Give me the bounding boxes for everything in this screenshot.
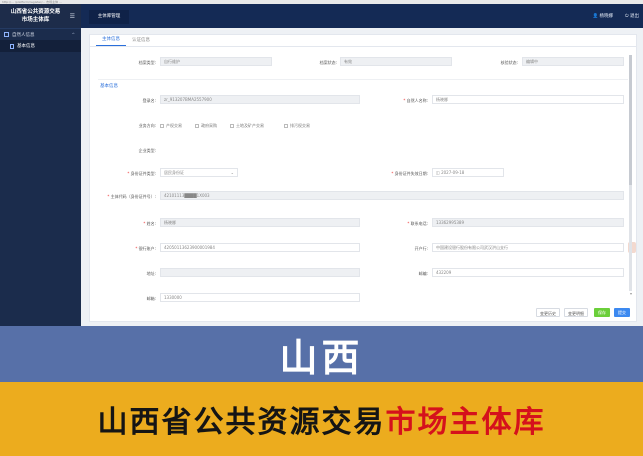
address-field	[160, 268, 360, 277]
logout-button[interactable]: ⏻ 退出	[625, 13, 639, 19]
person-name-label-text: 自然人名称:	[406, 98, 428, 103]
scroll-down-icon[interactable]: ▾	[630, 291, 632, 296]
postcode-input[interactable]: 432209	[432, 268, 624, 277]
name-field: 杨晓娜	[160, 218, 360, 227]
save-button[interactable]: 保存	[594, 308, 610, 317]
login-name-field: zr_913207BMA2557900	[160, 95, 360, 104]
phone-field: 13362995389	[432, 218, 624, 227]
checkbox-emission[interactable]: 排污权交易	[284, 123, 310, 129]
tab-subject-management[interactable]: 主体库管理	[89, 10, 129, 24]
id-code-label-text: 主体代码（身份证件号）:	[110, 194, 156, 199]
name-label: * 姓名:	[143, 221, 156, 226]
bank-account-label-text: 银行账户:	[138, 246, 156, 251]
tab-certification-info[interactable]: 认证信息	[126, 37, 156, 46]
sidebar-group-person[interactable]: 自然人信息 ^	[0, 28, 81, 40]
user-icon: 👤	[592, 14, 600, 19]
id-code-field: 42101113████1X003	[160, 191, 624, 200]
person-name-input[interactable]: 杨晓娜	[432, 95, 624, 104]
checkbox-label: 土地及矿产交易	[236, 123, 264, 128]
email-label: 邮箱:	[146, 296, 156, 301]
id-type-value: 居民身份证	[164, 170, 184, 175]
form-scrollbar[interactable]	[629, 55, 632, 291]
phone-label-text: 联系电话:	[410, 221, 428, 226]
banner-region: 山西	[0, 326, 643, 382]
document-icon	[4, 32, 9, 37]
id-expire-label: * 身份证件失效日期:	[391, 171, 428, 176]
id-expire-label-text: 身份证件失效日期:	[394, 171, 428, 176]
divider	[98, 79, 628, 80]
banner-title-red: 市场主体库	[385, 405, 546, 440]
user-name: 杨晓娜	[599, 14, 614, 19]
banner-title-dark: 山西省公共资源交易	[97, 405, 386, 440]
sidebar-header: 山西省公共资源交易 市场主体库 ☰	[0, 4, 81, 28]
id-code-label: * 主体代码（身份证件号）:	[107, 194, 156, 199]
tab-subject-info[interactable]: 主体信息	[96, 36, 126, 46]
sidebar: 山西省公共资源交易 市场主体库 ☰ 自然人信息 ^ 基本信息	[0, 4, 81, 326]
id-type-select[interactable]: 居民身份证 ⌄	[160, 168, 238, 177]
user-menu[interactable]: 👤 杨晓娜	[592, 13, 613, 19]
bank-account-input[interactable]: 42050113623900001984	[160, 243, 360, 252]
sidebar-item-basic-info[interactable]: 基本信息	[0, 40, 81, 52]
banner-title-text: 山西省公共资源交易市场主体库	[98, 397, 546, 441]
checkbox-icon	[160, 124, 164, 128]
checkbox-label: 产权交易	[166, 123, 182, 128]
phone-label: * 联系电话:	[407, 221, 428, 226]
bank-input[interactable]: 中国建设银行股份有限公司武汉洪山支行	[432, 243, 624, 252]
postcode-label: 邮编:	[418, 271, 428, 276]
email-input[interactable]: 1330000	[160, 293, 360, 302]
verify-status-label: 核验状态:	[500, 60, 518, 65]
submit-button[interactable]: 提交	[614, 308, 630, 317]
business-label: 业务方向:	[138, 123, 156, 128]
login-name-label: 登录名:	[142, 98, 156, 103]
change-detail-button[interactable]: 变更明细	[564, 308, 588, 317]
main-content: 主体信息 认证信息 档案类型: 自行维护 档案状态: 有效 核验状态: 编辑中 …	[81, 28, 643, 326]
archive-status-label: 档案状态:	[319, 60, 337, 65]
file-icon	[10, 43, 14, 49]
archive-type-field: 自行维护	[160, 57, 272, 66]
logout-label: 退出	[630, 14, 639, 19]
checkbox-icon	[195, 124, 199, 128]
panel-tabs: 主体信息 认证信息	[90, 35, 636, 47]
address-label: 地址:	[146, 271, 156, 276]
name-label-text: 姓名:	[146, 221, 156, 226]
scrollbar-thumb[interactable]	[629, 55, 632, 185]
enterprise-type-label: 企业类型:	[138, 148, 156, 153]
checkbox-icon	[284, 124, 288, 128]
sidebar-group-label: 自然人信息	[12, 32, 35, 38]
checkbox-procurement[interactable]: 政府采购	[195, 123, 217, 129]
section-title: 基本信息	[100, 84, 118, 89]
id-type-label: * 身份证件类型:	[127, 171, 156, 176]
banner-title: 山西省公共资源交易市场主体库	[0, 382, 643, 456]
bank-account-label: * 银行账户:	[135, 246, 156, 251]
id-expire-date-input[interactable]: ◫ 2027-09-18	[432, 168, 504, 177]
verify-status-field: 编辑中	[522, 57, 624, 66]
change-history-button[interactable]: 变更历史	[536, 308, 560, 317]
id-type-label-text: 身份证件类型:	[130, 171, 156, 176]
checkbox-icon	[230, 124, 234, 128]
archive-type-label: 档案类型:	[138, 60, 156, 65]
checkbox-label: 排污权交易	[290, 123, 310, 128]
checkbox-label: 政府采购	[201, 123, 217, 128]
person-name-label: * 自然人名称:	[403, 98, 428, 103]
menu-icon[interactable]: ☰	[70, 13, 75, 20]
checkbox-land[interactable]: 土地及矿产交易	[230, 123, 264, 129]
bank-label: 开户行:	[414, 246, 428, 251]
chevron-down-icon: ⌄	[230, 170, 234, 175]
top-bar: 主体库管理 👤 杨晓娜 ⏻ 退出	[81, 4, 643, 28]
chevron-up-icon: ^	[71, 32, 75, 37]
sidebar-item-label: 基本信息	[17, 44, 35, 49]
archive-status-field: 有效	[340, 57, 452, 66]
checkbox-property[interactable]: 产权交易	[160, 123, 182, 129]
banner-region-text: 山西	[279, 334, 364, 380]
form-panel: 主体信息 认证信息 档案类型: 自行维护 档案状态: 有效 核验状态: 编辑中 …	[89, 34, 637, 322]
id-expire-value: 2027-09-18	[441, 170, 465, 175]
